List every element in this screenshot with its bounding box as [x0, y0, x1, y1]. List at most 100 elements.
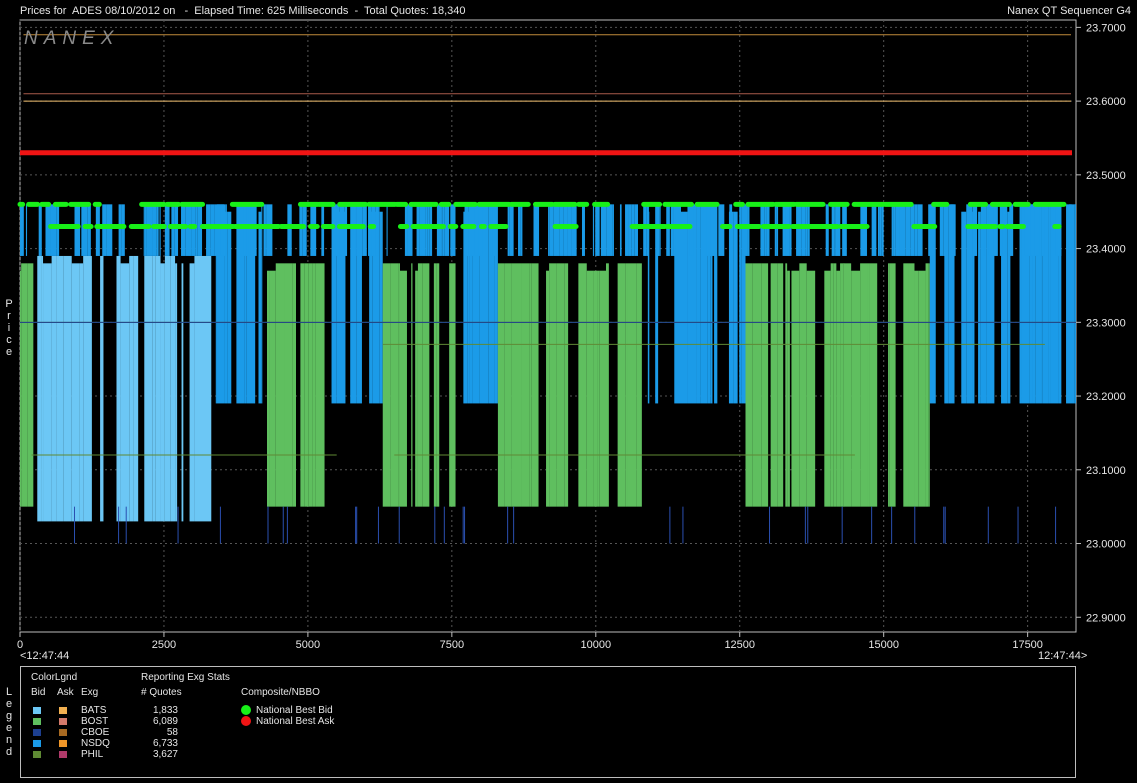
y-tick-label: 22.9000 [1086, 612, 1126, 624]
quote-band [760, 204, 765, 256]
quote-band [144, 204, 147, 256]
quote-band [310, 204, 317, 256]
quote-band [700, 204, 708, 404]
quote-band [379, 211, 383, 404]
quote-band [943, 204, 946, 256]
quote-band [546, 270, 550, 507]
quote-band [770, 263, 778, 507]
ask-swatch [59, 740, 67, 747]
ask-col-header: Ask [57, 687, 74, 698]
quote-band [81, 204, 88, 256]
quote-band [490, 204, 493, 256]
y-axis-label-char: e [5, 346, 13, 358]
quote-band [625, 263, 628, 507]
quote-band [378, 204, 380, 256]
quote-band [785, 263, 788, 507]
y-tick-label: 23.0000 [1086, 539, 1126, 551]
quote-band [87, 204, 91, 256]
quote-band [21, 263, 25, 507]
ask-swatch [59, 729, 67, 736]
quote-band [563, 204, 568, 256]
quote-band [529, 263, 532, 507]
quote-band [564, 263, 569, 507]
quote-band [747, 204, 750, 256]
quote-band [292, 263, 297, 507]
quote-band [411, 263, 413, 507]
stats-title: Reporting Exg Stats [141, 672, 230, 683]
quote-band [696, 204, 701, 404]
nbbo-dot [241, 716, 251, 726]
x-tick-label: 10000 [580, 639, 611, 651]
quote-band [599, 270, 607, 507]
quote-band [120, 263, 130, 522]
x-tick-label: 15000 [868, 639, 899, 651]
quote-band [146, 204, 153, 256]
quote-band [1074, 204, 1077, 256]
quote-band [121, 204, 125, 256]
quote-band [646, 204, 649, 256]
quote-band [181, 204, 186, 256]
bid-swatch [33, 707, 41, 714]
quote-band [449, 263, 456, 507]
quote-band [950, 204, 954, 256]
quote-band [834, 204, 836, 256]
quote-band [733, 211, 738, 404]
quote-band [628, 204, 632, 256]
quote-band [634, 204, 638, 256]
exchange-quote-count: 6,089 [152, 716, 178, 727]
exchange-name: PHIL [81, 749, 104, 760]
quote-band [978, 211, 981, 404]
quote-band [600, 204, 607, 256]
nbbo-dot [241, 705, 251, 715]
quote-band [666, 204, 670, 256]
quote-band [450, 204, 456, 256]
quote-band [248, 204, 251, 256]
quote-band [972, 204, 978, 256]
quote-band [152, 255, 156, 522]
quote-band [25, 204, 28, 256]
quote-band [41, 255, 44, 522]
exchange-name: CBOE [81, 727, 110, 738]
nanex-watermark: NANEX [24, 28, 119, 49]
quote-band [659, 204, 661, 256]
y-axis-label: Price [2, 298, 16, 358]
exchange-quote-count: 1,833 [152, 705, 178, 716]
quote-band [776, 204, 779, 256]
legend-label-char: L [5, 686, 13, 698]
quote-band [866, 204, 868, 256]
legend-label-char: g [5, 710, 13, 722]
quote-band [45, 204, 51, 256]
quote-band [766, 204, 770, 256]
quote-band [156, 204, 159, 256]
quote-band [63, 255, 72, 522]
quote-band [799, 263, 807, 507]
quote-band [261, 204, 263, 404]
quote-band [468, 204, 475, 256]
quote-band [170, 255, 176, 522]
quote-band [521, 263, 530, 507]
quote-band [404, 204, 408, 256]
quote-band [860, 263, 868, 507]
quote-band [266, 204, 269, 256]
quote-band [843, 263, 852, 507]
quote-band [284, 263, 293, 507]
bid-swatch [33, 740, 41, 747]
bid-swatch [33, 718, 41, 725]
quote-band [928, 263, 930, 507]
x-tick-label: 7500 [440, 639, 464, 651]
quote-band [474, 204, 479, 256]
quote-band [263, 204, 266, 256]
x-tick-label: 12500 [724, 639, 755, 651]
quote-band [586, 270, 594, 507]
y-axis: 22.9000 23.0000 23.1000 23.2000 23.3000 23.40… [1076, 22, 1126, 624]
quote-band [429, 204, 433, 256]
quote-band [356, 204, 363, 256]
quote-band [764, 204, 767, 256]
quote-band [860, 204, 867, 256]
quote-band [416, 204, 420, 256]
quote-band [300, 263, 305, 507]
quote-band [155, 255, 161, 522]
quote-band [189, 263, 195, 522]
quote-band [710, 204, 716, 256]
time-end: 12:47:44> [1038, 650, 1088, 662]
